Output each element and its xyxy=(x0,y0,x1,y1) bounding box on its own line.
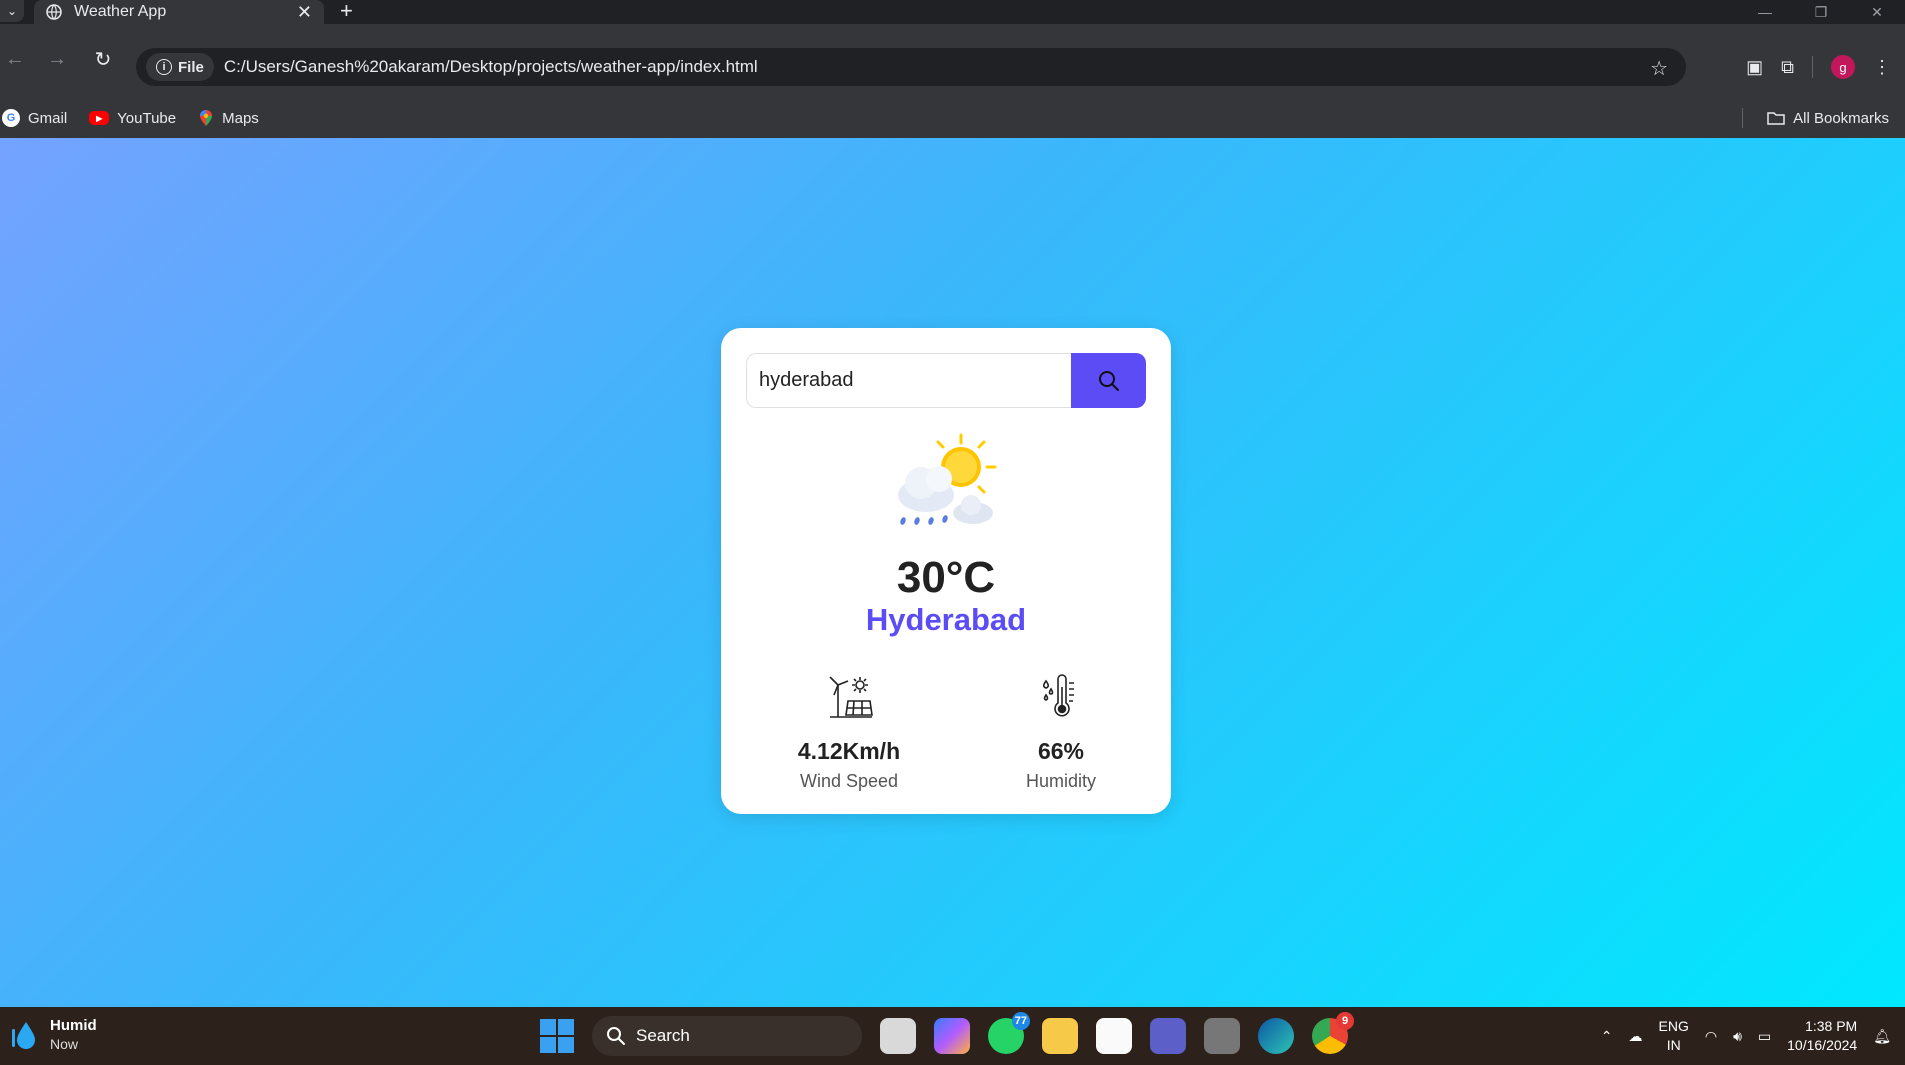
thermometer-humidity-icon xyxy=(1042,674,1074,717)
bookmark-maps[interactable]: Maps xyxy=(198,109,259,127)
humidity-label: Humidity xyxy=(1025,771,1096,791)
yahoo-app-icon[interactable] xyxy=(1204,1018,1240,1054)
tab-weather-app[interactable]: Weather App ✕ xyxy=(34,0,324,24)
windows-start-icon[interactable] xyxy=(540,1019,574,1053)
chrome-badge: 9 xyxy=(1336,1012,1354,1030)
onedrive-cloud-icon[interactable]: ☁ xyxy=(1629,1028,1643,1045)
wind-speed-value: 4.12Km/h xyxy=(797,738,901,764)
window-controls: — ❐ ✕ xyxy=(1737,0,1905,24)
site-info-chip[interactable]: i File xyxy=(146,53,214,81)
humidity-value: 66% xyxy=(1037,738,1085,764)
more-menu-icon[interactable]: ⋮ xyxy=(1873,57,1891,78)
tab-strip: ⌄ Weather App ✕ + — ❐ ✕ xyxy=(0,0,1905,24)
teams-icon[interactable] xyxy=(1150,1018,1186,1054)
language-indicator[interactable]: ENG IN xyxy=(1659,1017,1689,1055)
page-viewport: 30°C Hyderabad 4.12Km/h Wind Speed xyxy=(0,138,1905,1008)
url-text[interactable]: C:/Users/Ganesh%20akaram/Desktop/project… xyxy=(224,57,758,77)
search-icon xyxy=(1098,370,1119,391)
whatsapp-icon[interactable]: 77 xyxy=(988,1012,1030,1054)
bookmark-youtube[interactable]: ▶ YouTube xyxy=(89,110,176,127)
city-name: Hyderabad xyxy=(865,602,1027,637)
bookmark-gmail[interactable]: G Gmail xyxy=(2,109,67,127)
browser-toolbar: ← → ↻ i File C:/Users/Ganesh%20akaram/De… xyxy=(0,24,1905,106)
bookmark-label: YouTube xyxy=(117,109,177,127)
chrome-icon[interactable]: 9 xyxy=(1312,1012,1354,1054)
tab-close-icon[interactable]: ✕ xyxy=(297,2,312,23)
search-row xyxy=(746,353,1146,408)
system-tray: ⌃ ☁ ENG IN ◠ 🔊︎ ▭ 1:38 PM 10/16/2024 🔔︎ xyxy=(1601,1007,1905,1065)
cast-icon[interactable]: ▣ xyxy=(1746,57,1763,78)
notification-bell-icon[interactable]: 🔔︎ xyxy=(1873,1028,1891,1045)
windows-taskbar: Humid Now Search 77 9 ⌃ ☁ ENG IN ◠ 🔊︎ ▭ … xyxy=(0,1007,1905,1065)
bookmark-star-icon[interactable]: ☆ xyxy=(1650,56,1668,81)
tab-search-button[interactable]: ⌄ xyxy=(0,0,24,22)
google-icon: G xyxy=(2,109,20,127)
all-bookmarks-button[interactable]: All Bookmarks xyxy=(1767,110,1889,127)
file-explorer-icon[interactable] xyxy=(1042,1018,1078,1054)
bookmark-label: Maps xyxy=(222,109,259,127)
wifi-icon[interactable]: ◠ xyxy=(1705,1028,1717,1045)
restore-icon[interactable]: ❐ xyxy=(1793,0,1849,24)
new-tab-button[interactable]: + xyxy=(340,0,353,24)
weather-card: 30°C Hyderabad 4.12Km/h Wind Speed xyxy=(721,328,1171,814)
close-window-icon[interactable]: ✕ xyxy=(1849,0,1905,24)
battery-icon[interactable]: ▭ xyxy=(1758,1028,1771,1045)
forward-arrow-icon[interactable]: → xyxy=(42,44,72,74)
reload-icon[interactable]: ↻ xyxy=(88,44,118,74)
profile-avatar[interactable]: g xyxy=(1831,55,1855,79)
weather-widget-title: Humid xyxy=(50,1017,97,1034)
wind-turbine-icon xyxy=(829,676,873,718)
search-icon xyxy=(607,1027,625,1045)
speaker-icon[interactable]: 🔊︎ xyxy=(1733,1028,1742,1045)
clock-time: 1:38 PM xyxy=(1805,1018,1858,1034)
toolbar-divider xyxy=(1812,56,1813,78)
search-button[interactable] xyxy=(1071,353,1146,408)
show-hidden-icons-chevron-icon[interactable]: ⌃ xyxy=(1601,1028,1613,1045)
wind-speed-stat: 4.12Km/h Wind Speed xyxy=(749,673,949,792)
globe-icon xyxy=(46,4,62,20)
extensions-icon[interactable]: ⧉ xyxy=(1781,57,1794,78)
weather-widget[interactable]: Humid Now xyxy=(10,1017,97,1052)
city-search-input[interactable] xyxy=(746,353,1071,408)
taskbar-search[interactable]: Search xyxy=(592,1016,862,1056)
folder-icon xyxy=(1767,112,1785,125)
wind-speed-label: Wind Speed xyxy=(799,771,899,791)
address-bar[interactable]: i File C:/Users/Ganesh%20akaram/Desktop/… xyxy=(136,48,1686,86)
youtube-icon: ▶ xyxy=(89,111,110,125)
copilot-icon[interactable] xyxy=(934,1018,970,1054)
tab-title: Weather App xyxy=(74,3,167,20)
weather-widget-subtitle: Now xyxy=(50,1036,79,1052)
site-info-label: File xyxy=(178,58,204,76)
info-icon: i xyxy=(156,59,172,75)
clock[interactable]: 1:38 PM 10/16/2024 xyxy=(1787,1017,1857,1055)
humidity-stat: 66% Humidity xyxy=(961,673,1161,792)
bookmark-label: Gmail xyxy=(28,109,68,127)
task-view-icon[interactable] xyxy=(880,1018,916,1054)
minimize-icon[interactable]: — xyxy=(1737,0,1793,24)
edge-icon[interactable] xyxy=(1258,1018,1294,1054)
sun-cloud-rain-icon xyxy=(898,433,997,525)
language-code: ENG xyxy=(1658,1018,1689,1034)
temperature-value: 30°C xyxy=(896,553,996,602)
back-arrow-icon[interactable]: ← xyxy=(0,44,30,74)
all-bookmarks-label: All Bookmarks xyxy=(1793,109,1889,127)
maps-icon xyxy=(200,110,213,126)
toolbar-actions: ▣ ⧉ g ⋮ xyxy=(1746,48,1905,86)
taskbar-apps: Search 77 9 xyxy=(540,1012,1354,1057)
clock-date: 10/16/2024 xyxy=(1787,1037,1858,1053)
bookmarks-bar: G Gmail ▶ YouTube Maps All Bookmarks xyxy=(0,98,1905,138)
taskbar-search-label: Search xyxy=(636,1026,690,1045)
language-region: IN xyxy=(1666,1037,1681,1053)
whatsapp-badge: 77 xyxy=(1011,1012,1030,1030)
microsoft-store-icon[interactable] xyxy=(1096,1018,1132,1054)
water-drop-icon xyxy=(12,1021,35,1049)
bookmarks-divider xyxy=(1742,108,1743,128)
